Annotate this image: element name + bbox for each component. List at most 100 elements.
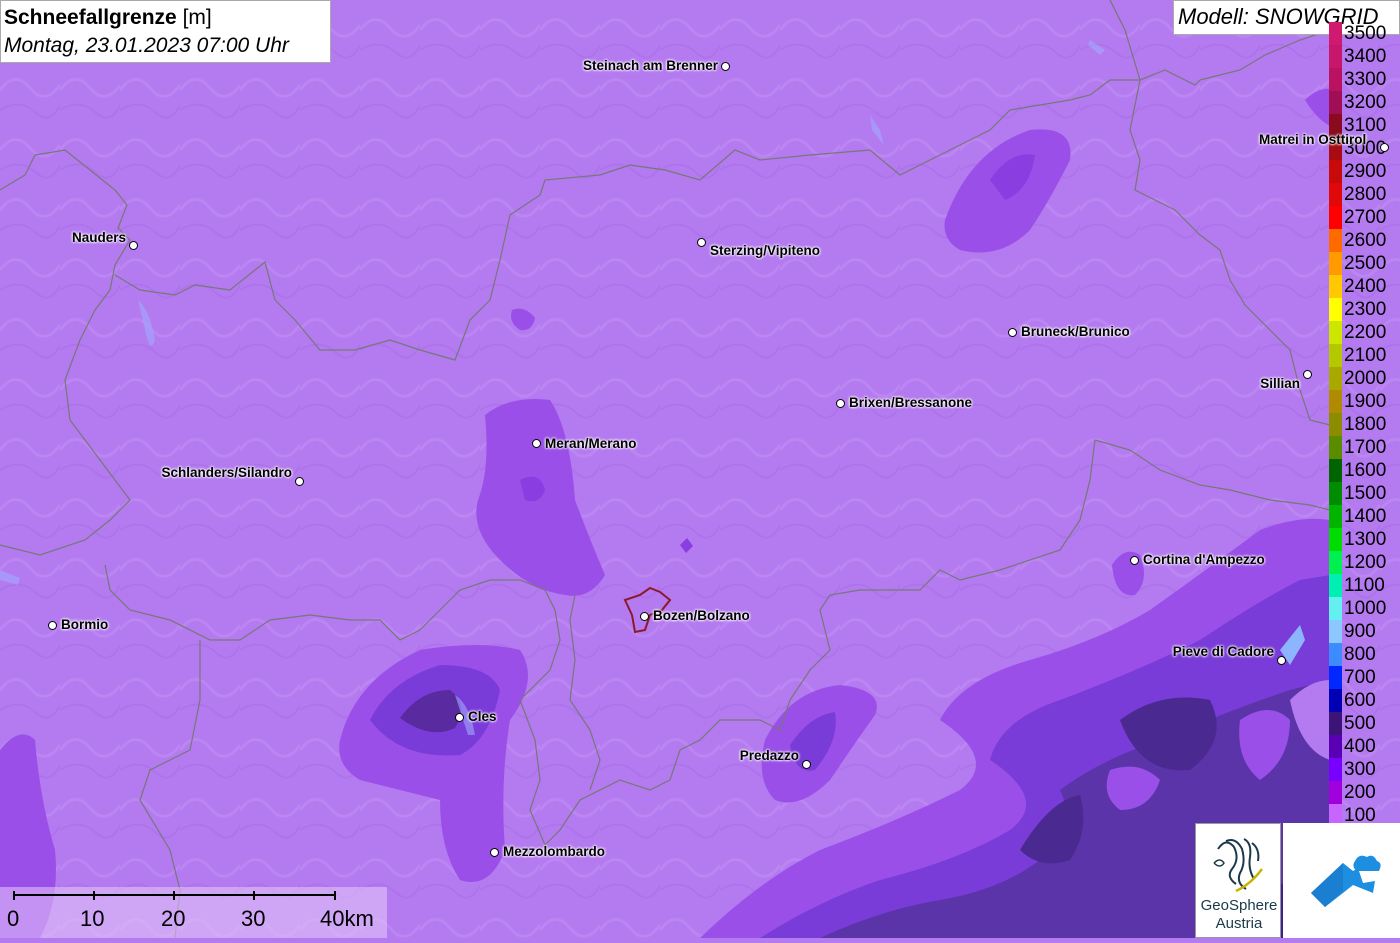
legend-value: 2400 — [1344, 276, 1387, 297]
legend-value: 2900 — [1344, 161, 1387, 182]
legend-swatch — [1329, 758, 1342, 781]
legend-swatch — [1329, 206, 1342, 229]
city-marker[interactable] — [697, 238, 706, 247]
legend-item: 2100 — [1329, 344, 1400, 367]
legend-value: 3500 — [1344, 23, 1387, 44]
city-label[interactable]: Steinach am Brenner — [583, 58, 718, 73]
legend-item: 900 — [1329, 620, 1400, 643]
map-title: Schneefallgrenze [m] — [4, 4, 327, 32]
city-label[interactable]: Pieve di Cadore — [1173, 644, 1274, 659]
scale-label-20: 20 — [161, 906, 186, 931]
legend-item: 300 — [1329, 758, 1400, 781]
legend-value: 900 — [1344, 621, 1376, 642]
legend-value: 800 — [1344, 644, 1376, 665]
legend-swatch — [1329, 298, 1342, 321]
city-label[interactable]: Sterzing/Vipiteno — [710, 243, 820, 258]
city-label[interactable]: Predazzo — [740, 748, 799, 763]
city-label[interactable]: Brixen/Bressanone — [849, 395, 972, 410]
city-marker[interactable] — [295, 477, 304, 486]
legend-item: 200 — [1329, 781, 1400, 804]
city-label[interactable]: Bormio — [61, 617, 108, 632]
city-label[interactable]: Cortina d'Ampezzo — [1143, 552, 1265, 567]
city-label[interactable]: Schlanders/Silandro — [161, 465, 292, 480]
city-label[interactable]: Bruneck/Brunico — [1021, 324, 1130, 339]
scale-bar: 0 10 20 30 40km — [0, 887, 387, 938]
weather-app-logo[interactable] — [1283, 823, 1400, 938]
legend-value: 2700 — [1344, 207, 1387, 228]
city-label[interactable]: Mezzolombardo — [503, 844, 605, 859]
city-marker[interactable] — [490, 848, 499, 857]
geosphere-logo[interactable]: GeoSphere Austria — [1195, 823, 1281, 938]
legend-value: 1700 — [1344, 437, 1387, 458]
legend-value: 1000 — [1344, 598, 1387, 619]
city-marker[interactable] — [640, 612, 649, 621]
legend-swatch — [1329, 597, 1342, 620]
legend-value: 2200 — [1344, 322, 1387, 343]
legend-swatch — [1329, 459, 1342, 482]
city-marker[interactable] — [1380, 143, 1389, 152]
city-label[interactable]: Nauders — [72, 230, 126, 245]
city-marker[interactable] — [802, 760, 811, 769]
legend-item: 1100 — [1329, 574, 1400, 597]
legend-swatch — [1329, 91, 1342, 114]
city-marker[interactable] — [129, 241, 138, 250]
legend-swatch — [1329, 252, 1342, 275]
legend-swatch — [1329, 436, 1342, 459]
legend-swatch — [1329, 574, 1342, 597]
legend-item: 500 — [1329, 712, 1400, 735]
legend-item: 1200 — [1329, 551, 1400, 574]
city-marker[interactable] — [1130, 556, 1139, 565]
legend-item: 2900 — [1329, 160, 1400, 183]
title-text: Schneefallgrenze — [4, 6, 177, 29]
legend-item: 3300 — [1329, 68, 1400, 91]
legend-value: 400 — [1344, 736, 1376, 757]
city-label[interactable]: Cles — [468, 709, 497, 724]
legend-item: 2200 — [1329, 321, 1400, 344]
city-marker[interactable] — [532, 439, 541, 448]
legend-item: 2300 — [1329, 298, 1400, 321]
geosphere-emblem-icon — [1213, 838, 1264, 893]
legend-swatch — [1329, 620, 1342, 643]
city-marker[interactable] — [1303, 370, 1312, 379]
legend-swatch — [1329, 666, 1342, 689]
legend-item: 2400 — [1329, 275, 1400, 298]
legend-item: 1400 — [1329, 505, 1400, 528]
geosphere-country: Austria — [1215, 915, 1263, 932]
city-label[interactable]: Bozen/Bolzano — [653, 608, 750, 623]
legend-value: 3200 — [1344, 92, 1387, 113]
legend-item: 3500 — [1329, 22, 1400, 45]
city-label[interactable]: Sillian — [1260, 376, 1300, 391]
legend-value: 1500 — [1344, 483, 1387, 504]
legend-item: 800 — [1329, 643, 1400, 666]
city-label[interactable]: Meran/Merano — [545, 436, 637, 451]
legend-value: 700 — [1344, 667, 1376, 688]
color-legend: 3500 3400 3300 3200 3100 3000 2900 2800 2700 2600… — [1329, 22, 1400, 827]
legend-value: 300 — [1344, 759, 1376, 780]
legend-value: 1200 — [1344, 552, 1387, 573]
legend-swatch — [1329, 551, 1342, 574]
legend-item: 700 — [1329, 666, 1400, 689]
city-marker[interactable] — [721, 62, 730, 71]
legend-swatch — [1329, 22, 1342, 45]
city-marker[interactable] — [48, 621, 57, 630]
legend-value: 2500 — [1344, 253, 1387, 274]
legend-swatch — [1329, 413, 1342, 436]
legend-swatch — [1329, 390, 1342, 413]
legend-swatch — [1329, 643, 1342, 666]
city-label[interactable]: Matrei in Osttirol — [1259, 132, 1366, 147]
scale-label-40km: 40km — [320, 906, 374, 931]
city-marker[interactable] — [836, 399, 845, 408]
legend-swatch — [1329, 229, 1342, 252]
legend-value: 2100 — [1344, 345, 1387, 366]
legend-item: 1800 — [1329, 413, 1400, 436]
legend-swatch — [1329, 45, 1342, 68]
legend-value: 3400 — [1344, 46, 1387, 67]
city-marker[interactable] — [1277, 656, 1286, 665]
legend-item: 1500 — [1329, 482, 1400, 505]
city-marker[interactable] — [455, 713, 464, 722]
city-marker[interactable] — [1008, 328, 1017, 337]
legend-item: 3400 — [1329, 45, 1400, 68]
legend-value: 200 — [1344, 782, 1376, 803]
legend-value: 1300 — [1344, 529, 1387, 550]
legend-swatch — [1329, 275, 1342, 298]
